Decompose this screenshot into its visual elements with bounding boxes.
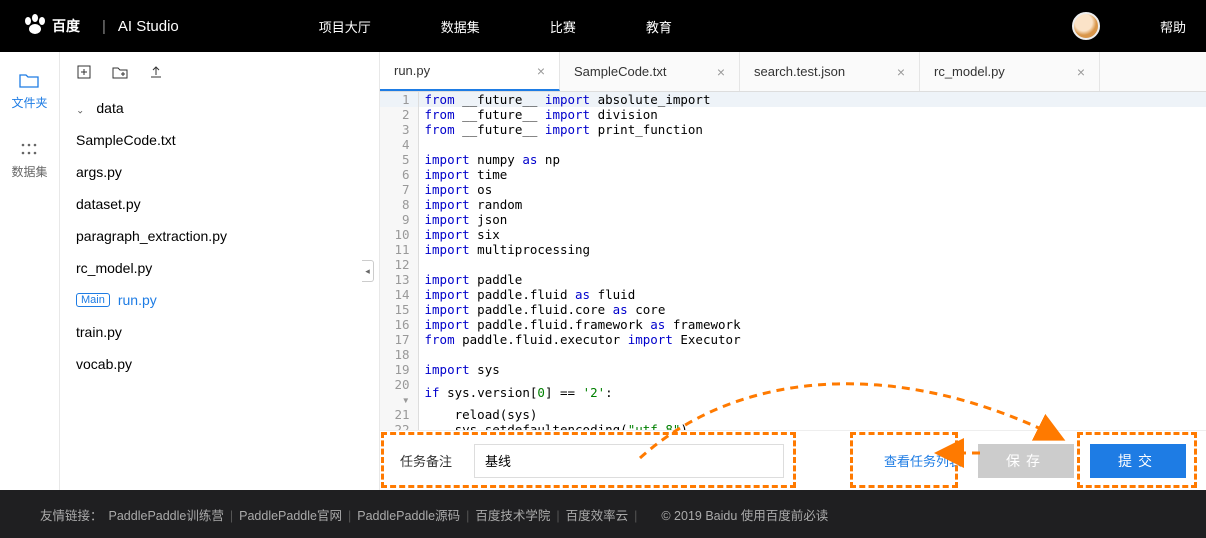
- nav-item-education[interactable]: 教育: [646, 17, 672, 36]
- tree-file-main[interactable]: Mainrun.py: [72, 284, 367, 316]
- code-line[interactable]: import multiprocessing: [418, 242, 1206, 257]
- collapse-panel-icon[interactable]: ◂: [362, 260, 374, 282]
- upload-icon[interactable]: [148, 64, 164, 80]
- avatar[interactable]: [1072, 12, 1100, 40]
- folder-icon: [19, 72, 39, 88]
- brand-logo[interactable]: 百度 | AI Studio: [20, 12, 179, 40]
- tree-file[interactable]: train.py: [72, 316, 367, 348]
- baidu-logo-icon: 百度: [20, 12, 90, 40]
- footer-link[interactable]: PaddlePaddle源码: [357, 509, 460, 523]
- file-actions: [60, 52, 379, 92]
- action-bar: 任务备注 查看任务列表 保存 提交: [380, 430, 1206, 490]
- editor-tabs: run.py×SampleCode.txt×search.test.json×r…: [380, 52, 1206, 92]
- top-nav: 百度 | AI Studio 项目大厅 数据集 比赛 教育 帮助: [0, 0, 1206, 52]
- remark-label: 任务备注: [400, 451, 452, 470]
- footer-prefix: 友情链接：: [40, 505, 103, 524]
- close-icon[interactable]: ×: [1077, 64, 1085, 80]
- code-line[interactable]: [418, 137, 1206, 152]
- footer-link[interactable]: 百度技术学院: [475, 509, 550, 523]
- tree-file[interactable]: paragraph_extraction.py: [72, 220, 367, 252]
- remark-input[interactable]: [474, 444, 784, 478]
- code-line[interactable]: from __future__ import division: [418, 107, 1206, 122]
- code-line[interactable]: import json: [418, 212, 1206, 227]
- new-folder-icon[interactable]: [112, 64, 128, 80]
- code-line[interactable]: import os: [418, 182, 1206, 197]
- nav-item-competition[interactable]: 比赛: [550, 17, 576, 36]
- left-sidebar: 文件夹 数据集: [0, 52, 60, 490]
- new-file-icon[interactable]: [76, 64, 92, 80]
- code-line[interactable]: import six: [418, 227, 1206, 242]
- footer: 友情链接： PaddlePaddle训练营|PaddlePaddle官网|Pad…: [0, 490, 1206, 538]
- footer-link[interactable]: 百度效率云: [566, 509, 629, 523]
- sidebar-dataset[interactable]: 数据集: [11, 141, 47, 180]
- code-viewport[interactable]: 1from __future__ import absolute_import2…: [380, 92, 1206, 430]
- footer-copyright: © 2019 Baidu 使用百度前必读: [661, 505, 828, 524]
- code-line[interactable]: import random: [418, 197, 1206, 212]
- code-line[interactable]: reload(sys): [418, 407, 1206, 422]
- code-line[interactable]: import time: [418, 167, 1206, 182]
- code-line[interactable]: import paddle: [418, 272, 1206, 287]
- footer-link[interactable]: PaddlePaddle训练营: [109, 509, 224, 523]
- code-line[interactable]: import sys: [418, 362, 1206, 377]
- code-line[interactable]: [418, 257, 1206, 272]
- editor-tab[interactable]: search.test.json×: [740, 52, 920, 91]
- nav-item-lobby[interactable]: 项目大厅: [319, 17, 371, 36]
- svg-text:百度: 百度: [52, 18, 81, 34]
- editor-tab[interactable]: SampleCode.txt×: [560, 52, 740, 91]
- code-line[interactable]: import paddle.fluid.framework as framewo…: [418, 317, 1206, 332]
- code-line[interactable]: from paddle.fluid.executor import Execut…: [418, 332, 1206, 347]
- nav-menu: 项目大厅 数据集 比赛 教育: [319, 17, 672, 36]
- close-icon[interactable]: ×: [717, 64, 725, 80]
- editor-tab[interactable]: rc_model.py×: [920, 52, 1100, 91]
- tree-file[interactable]: args.py: [72, 156, 367, 188]
- close-icon[interactable]: ×: [897, 64, 905, 80]
- nav-help[interactable]: 帮助: [1160, 17, 1186, 36]
- code-line[interactable]: if sys.version[0] == '2':: [418, 377, 1206, 407]
- submit-button[interactable]: 提交: [1090, 444, 1186, 478]
- main-area: 文件夹 数据集 data SampleCode.txtargs.pydatase…: [0, 52, 1206, 490]
- nav-item-dataset[interactable]: 数据集: [441, 17, 480, 36]
- code-line[interactable]: from __future__ import print_function: [418, 122, 1206, 137]
- save-button[interactable]: 保存: [978, 444, 1074, 478]
- close-icon[interactable]: ×: [537, 63, 545, 79]
- code-line[interactable]: import paddle.fluid.core as core: [418, 302, 1206, 317]
- view-tasks-link[interactable]: 查看任务列表: [884, 451, 962, 470]
- tree-file[interactable]: vocab.py: [72, 348, 367, 380]
- tree-file[interactable]: dataset.py: [72, 188, 367, 220]
- file-panel: data SampleCode.txtargs.pydataset.pypara…: [60, 52, 380, 490]
- tree-file[interactable]: SampleCode.txt: [72, 124, 367, 156]
- file-tree: data SampleCode.txtargs.pydataset.pypara…: [60, 92, 379, 380]
- code-line[interactable]: sys.setdefaultencoding("utf-8"): [418, 422, 1206, 430]
- editor-area: ◂ run.py×SampleCode.txt×search.test.json…: [380, 52, 1206, 490]
- tree-folder-data[interactable]: data: [72, 92, 367, 124]
- code-line[interactable]: import paddle.fluid as fluid: [418, 287, 1206, 302]
- tree-file[interactable]: rc_model.py: [72, 252, 367, 284]
- sidebar-files[interactable]: 文件夹: [11, 72, 47, 111]
- code-line[interactable]: [418, 347, 1206, 362]
- dataset-icon: [19, 141, 39, 157]
- editor-tab[interactable]: run.py×: [380, 52, 560, 91]
- footer-link[interactable]: PaddlePaddle官网: [239, 509, 342, 523]
- code-line[interactable]: from __future__ import absolute_import: [418, 92, 1206, 107]
- code-line[interactable]: import numpy as np: [418, 152, 1206, 167]
- brand-sub: AI Studio: [118, 18, 179, 35]
